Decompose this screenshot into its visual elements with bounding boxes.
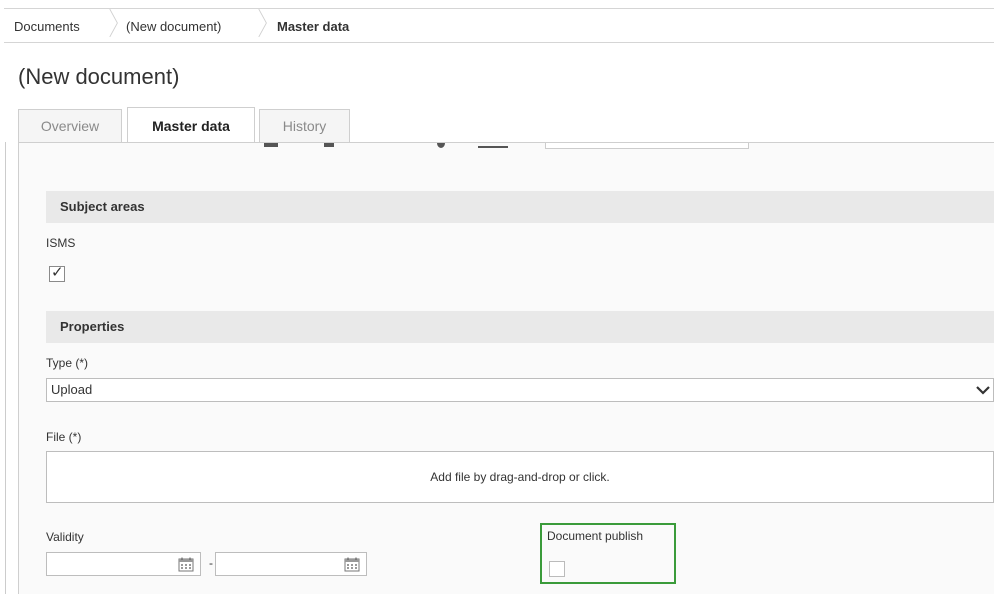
chevron-down-icon (976, 386, 990, 395)
file-dropzone[interactable]: Add file by drag-and-drop or click. (46, 451, 994, 503)
document-publish-label: Document publish (547, 529, 644, 543)
check-icon: ✓ (51, 264, 64, 281)
breadcrumb-item-documents[interactable]: Documents (14, 19, 80, 34)
file-dropzone-text: Add file by drag-and-drop or click. (430, 470, 610, 484)
calendar-icon[interactable] (178, 557, 194, 572)
isms-label: ISMS (46, 236, 76, 250)
frame-border (5, 142, 6, 594)
type-select[interactable]: Upload (46, 378, 994, 402)
document-publish-field: Document publish (540, 523, 676, 584)
breadcrumb-item-new-document[interactable]: (New document) (126, 19, 221, 34)
validity-label: Validity (46, 530, 84, 544)
section-header-subject-areas: Subject areas (46, 191, 994, 223)
file-label: File (*) (46, 430, 82, 444)
section-header-properties: Properties (46, 311, 994, 343)
validity-from-input[interactable] (46, 552, 201, 576)
calendar-icon[interactable] (344, 557, 360, 572)
isms-checkbox[interactable]: ✓ (49, 264, 65, 282)
breadcrumb-item-master-data: Master data (277, 19, 350, 34)
breadcrumb-separator-icon (258, 9, 267, 37)
document-publish-checkbox[interactable] (549, 561, 565, 577)
page-title: (New document) (18, 64, 180, 89)
type-label: Type (*) (46, 356, 89, 370)
validity-to-input[interactable] (215, 552, 367, 576)
scrolled-content-remnant (19, 143, 994, 151)
master-data-panel: Subject areas ISMS ✓ Properties Type (*)… (19, 143, 994, 594)
tab-history[interactable]: History (259, 109, 350, 143)
tab-master-data[interactable]: Master data (127, 107, 255, 143)
breadcrumb-separator-icon (109, 9, 118, 37)
validity-range-separator: - (209, 556, 213, 570)
type-select-value: Upload (51, 382, 93, 397)
breadcrumb: Documents (New document) Master data (4, 8, 994, 43)
tab-overview[interactable]: Overview (18, 109, 122, 143)
